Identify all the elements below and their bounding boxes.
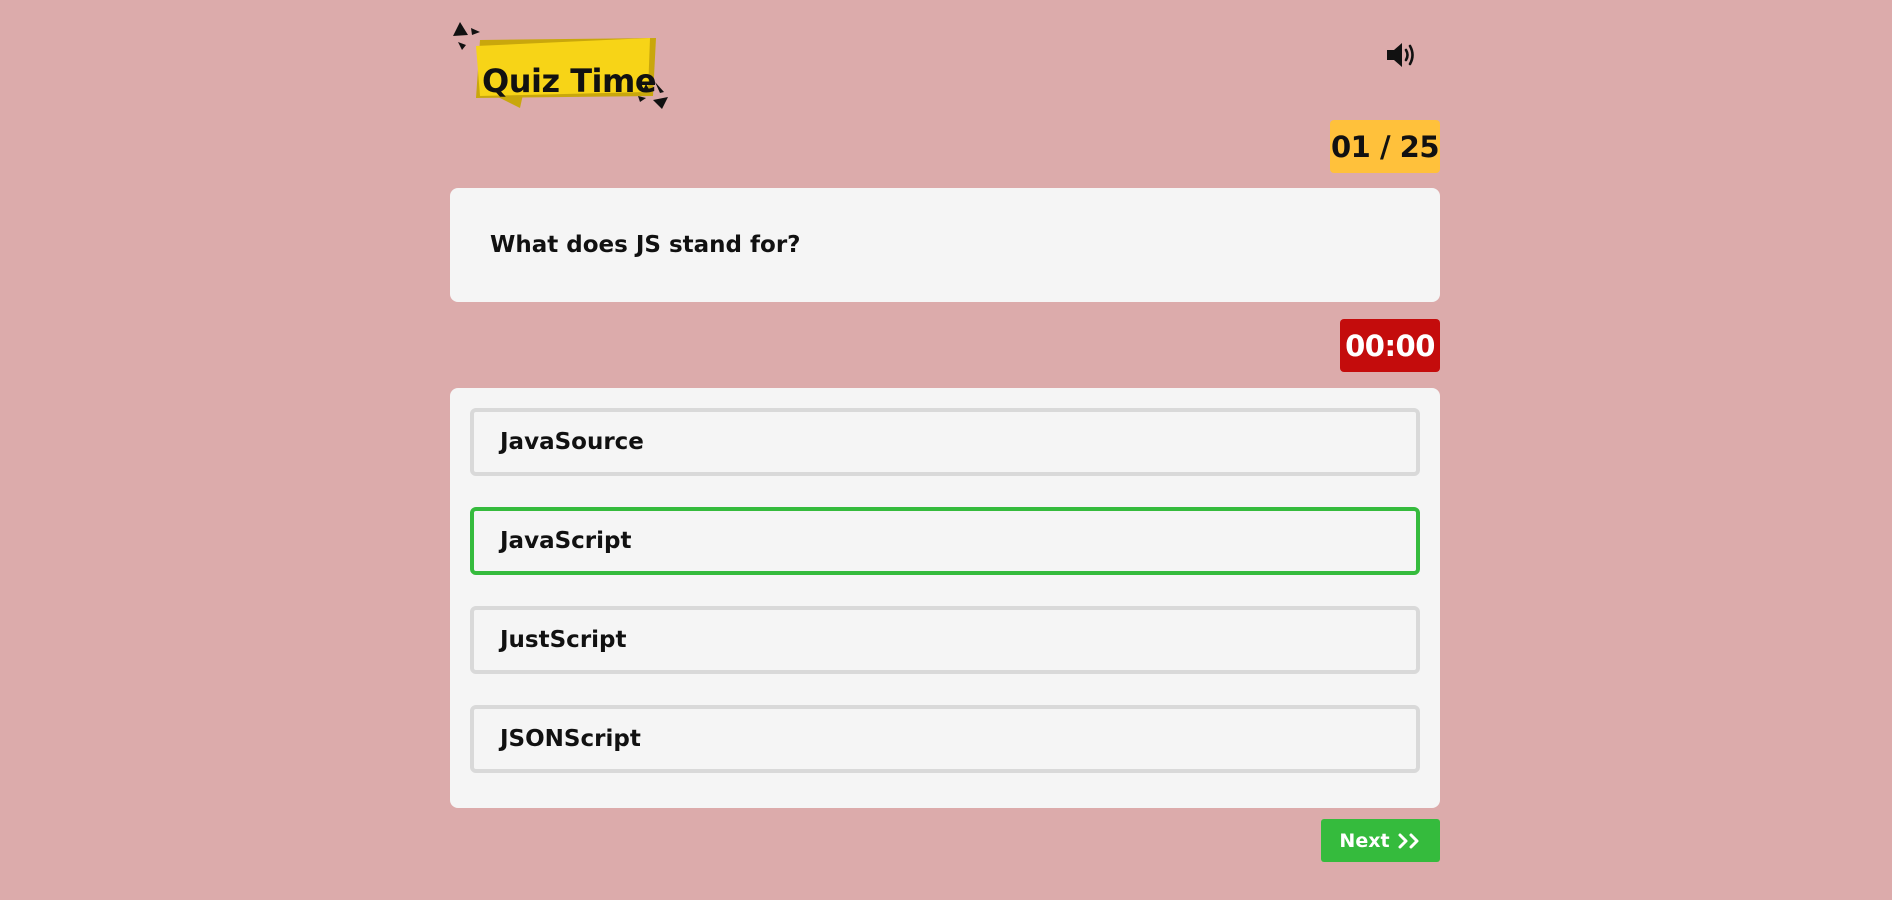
answer-option[interactable]: JustScript	[470, 606, 1420, 674]
answer-option-label: JustScript	[500, 627, 627, 653]
logo-title: Quiz Time	[482, 62, 657, 100]
volume-icon[interactable]	[1385, 40, 1419, 70]
next-button-label: Next	[1339, 829, 1390, 852]
quiz-container: Quiz Time 01 / 25 What does JS stand for…	[450, 0, 1440, 900]
next-button[interactable]: Next	[1321, 819, 1440, 862]
answer-option-label: JavaScript	[500, 528, 632, 554]
options-list: JavaSource JavaScript JustScript JSONScr…	[450, 388, 1440, 808]
question-card: What does JS stand for?	[450, 188, 1440, 302]
answer-option[interactable]: JavaScript	[470, 507, 1420, 575]
answer-option-label: JavaSource	[500, 429, 644, 455]
answer-option-label: JSONScript	[500, 726, 641, 752]
answer-option[interactable]: JavaSource	[470, 408, 1420, 476]
countdown-timer: 00:00	[1340, 319, 1440, 372]
question-counter: 01 / 25	[1330, 120, 1440, 173]
double-chevron-right-icon	[1396, 832, 1422, 850]
answer-option[interactable]: JSONScript	[470, 705, 1420, 773]
question-text: What does JS stand for?	[490, 232, 801, 258]
quiz-logo: Quiz Time	[450, 18, 680, 118]
